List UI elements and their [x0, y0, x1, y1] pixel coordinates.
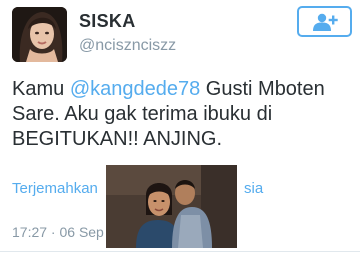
translate-link[interactable]: Terjemahkan	[12, 180, 98, 197]
user-handle[interactable]: @ncisznciszz	[79, 37, 176, 55]
display-name[interactable]: SISKA	[79, 11, 136, 32]
photo-image	[106, 165, 237, 248]
avatar-image	[12, 7, 67, 62]
timestamp[interactable]: 17:27 · 06 Sep	[12, 224, 104, 240]
tweet-text-prefix: Kamu	[12, 78, 70, 100]
mention-link[interactable]: @kangdede78	[70, 78, 200, 100]
follow-button[interactable]	[297, 6, 352, 37]
divider	[0, 251, 360, 252]
avatar[interactable]	[12, 7, 67, 62]
tweet-text: Kamu @kangdede78 Gusti Mboten Sare. Aku …	[12, 77, 352, 152]
attached-photo[interactable]	[106, 165, 237, 248]
add-user-icon	[312, 13, 338, 31]
translate-link-tail[interactable]: sia	[244, 180, 263, 197]
